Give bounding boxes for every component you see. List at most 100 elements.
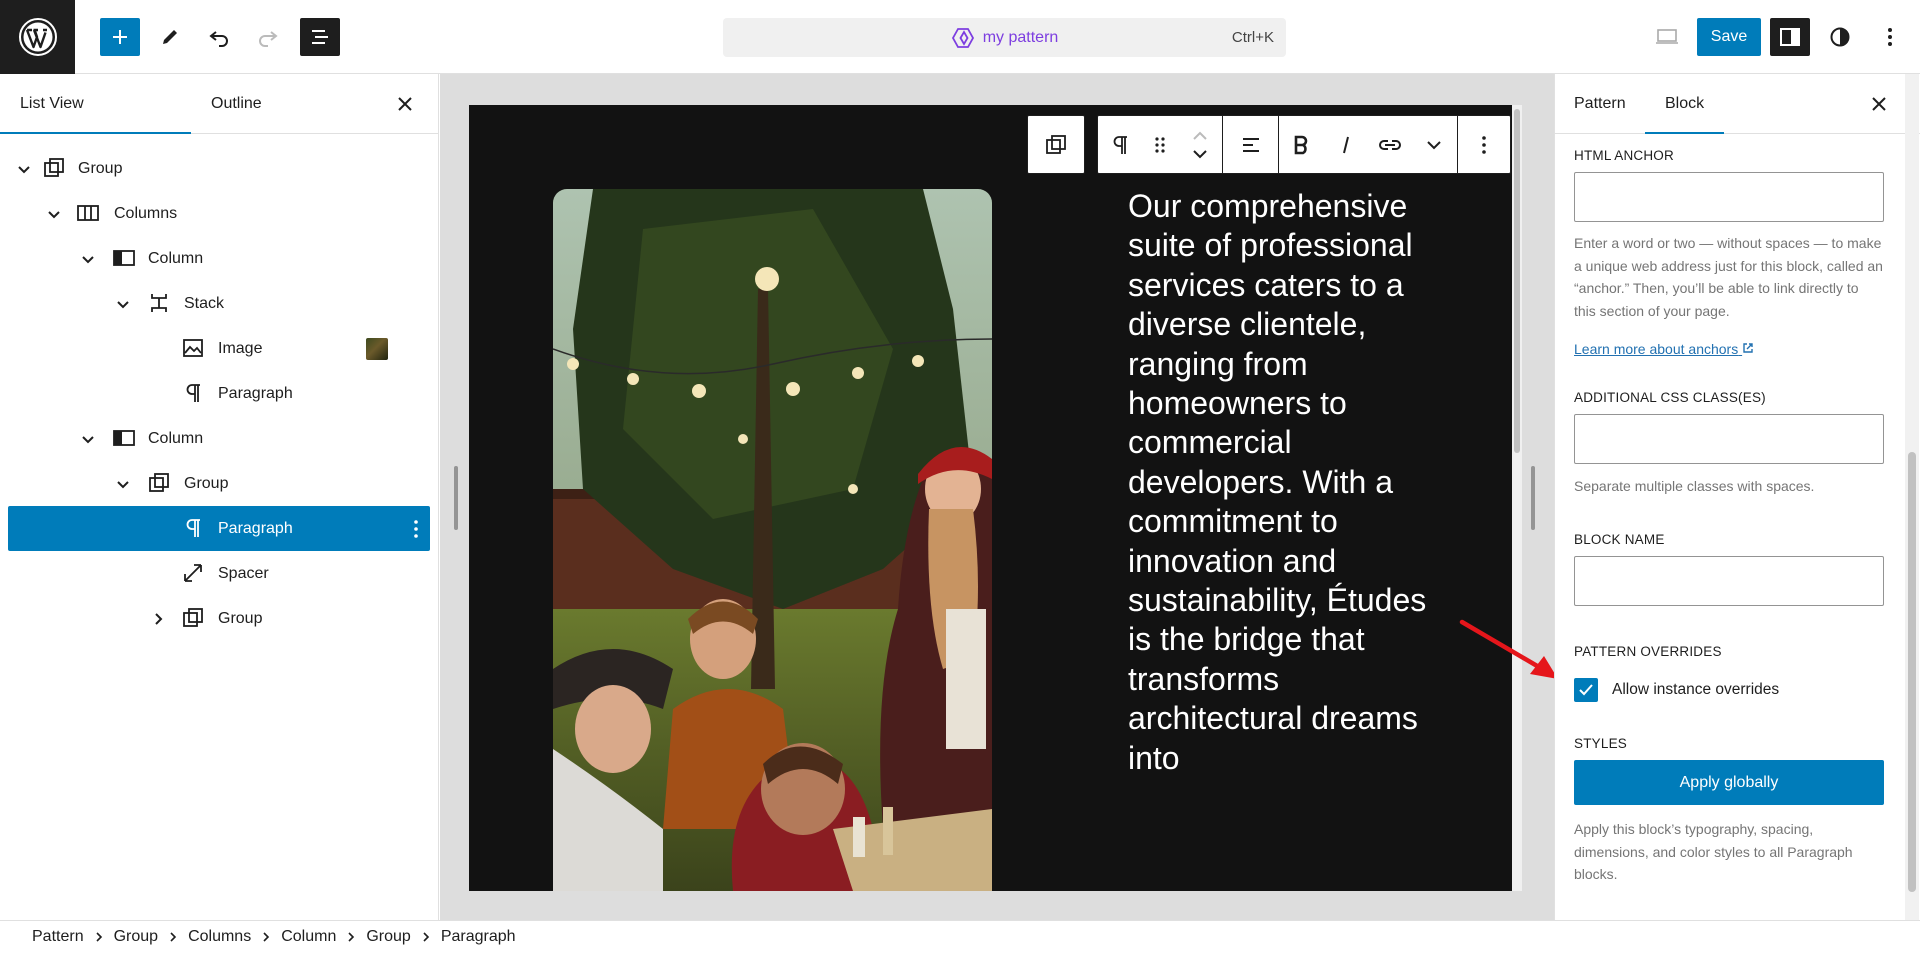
chevron-down-icon[interactable] <box>80 431 96 447</box>
tools-button[interactable] <box>150 18 190 56</box>
wordpress-logo-button[interactable] <box>0 0 75 74</box>
pattern-overrides-label: PATTERN OVERRIDES <box>1574 644 1722 659</box>
css-classes-input[interactable] <box>1574 414 1884 464</box>
stack-icon <box>151 294 167 312</box>
list-view-item-column[interactable]: Column <box>8 236 430 281</box>
link-icon <box>1379 139 1401 150</box>
save-button[interactable]: Save <box>1697 18 1761 56</box>
canvas-scrollbar[interactable] <box>1512 105 1522 891</box>
move-up-down-buttons[interactable] <box>1178 116 1222 173</box>
redo-button[interactable] <box>248 18 288 56</box>
left-resize-handle[interactable] <box>454 466 458 530</box>
close-icon[interactable] <box>395 94 415 114</box>
sidebar-scrollbar[interactable] <box>1905 74 1919 920</box>
chevron-down-icon[interactable] <box>115 476 131 492</box>
list-view-item-spacer[interactable]: Spacer <box>8 551 430 596</box>
right-resize-handle[interactable] <box>1531 466 1535 530</box>
html-anchor-input[interactable] <box>1574 172 1884 222</box>
styles-button[interactable] <box>1820 18 1860 56</box>
list-view-item-image[interactable]: Image <box>8 326 430 371</box>
list-view-item-label: Paragraph <box>218 519 293 537</box>
list-view-icon <box>312 30 328 44</box>
paragraph-block[interactable]: Our comprehensive suite of professional … <box>1128 187 1448 778</box>
image-block[interactable] <box>553 189 992 891</box>
tab-block[interactable]: Block <box>1645 74 1725 134</box>
contrast-icon <box>1830 27 1850 47</box>
chevron-up-icon[interactable] <box>1192 131 1208 141</box>
chevron-right-icon <box>263 932 270 942</box>
more-vertical-icon <box>1481 135 1486 154</box>
tab-pattern[interactable]: Pattern <box>1574 74 1626 134</box>
list-view-item-label: Columns <box>114 204 178 222</box>
document-overview-button[interactable] <box>300 18 340 56</box>
learn-more-anchors-link[interactable]: Learn more about anchors <box>1574 341 1754 357</box>
list-view-item-columns[interactable]: Columns <box>8 191 430 236</box>
block-options-button[interactable] <box>1462 116 1506 173</box>
block-inserter-button[interactable] <box>100 18 140 56</box>
allow-overrides-label[interactable]: Allow instance overrides <box>1612 681 1779 699</box>
list-view-item-paragraph[interactable]: Paragraph <box>8 371 430 416</box>
list-view-panel: List View Outline Group Columns Column S… <box>0 74 439 920</box>
breadcrumb-group[interactable]: Group <box>366 928 410 946</box>
settings-toggle-button[interactable] <box>1770 18 1810 56</box>
paragraph-icon <box>186 519 200 537</box>
block-settings-sidebar: Pattern Block HTML ANCHOR Enter a word o… <box>1554 74 1920 920</box>
chevron-down-icon[interactable] <box>80 251 96 267</box>
drag-handle-icon <box>1155 136 1165 153</box>
block-type-button[interactable] <box>1098 116 1142 173</box>
bold-button[interactable] <box>1279 116 1323 173</box>
chevron-down-icon[interactable] <box>115 296 131 312</box>
sidebar-icon <box>1780 28 1800 46</box>
html-anchor-help: Enter a word or two — without spaces — t… <box>1574 235 1883 319</box>
drag-handle[interactable] <box>1142 116 1178 173</box>
group-icon <box>44 158 64 177</box>
scrollbar-thumb[interactable] <box>1908 452 1916 892</box>
chevron-right-icon <box>170 932 177 942</box>
list-view-item-label: Group <box>78 159 123 177</box>
align-left-icon <box>1242 137 1259 152</box>
chevron-down-icon[interactable] <box>16 161 32 177</box>
chevron-down-icon[interactable] <box>1192 149 1208 159</box>
breadcrumb-paragraph[interactable]: Paragraph <box>441 928 516 946</box>
paragraph-icon <box>186 384 200 402</box>
breadcrumb-columns[interactable]: Columns <box>188 928 251 946</box>
list-view-item-column[interactable]: Column <box>8 416 430 461</box>
scrollbar-thumb[interactable] <box>1514 109 1520 453</box>
apply-globally-button[interactable]: Apply globally <box>1574 760 1884 805</box>
allow-overrides-row: Allow instance overrides <box>1574 678 1779 702</box>
apply-globally-help: Apply this block’s typography, spacing, … <box>1574 821 1853 882</box>
allow-overrides-checkbox[interactable] <box>1574 678 1598 702</box>
tab-outline[interactable]: Outline <box>211 74 262 134</box>
list-view-item-group[interactable]: Group <box>8 596 430 641</box>
align-text-button[interactable] <box>1229 116 1273 173</box>
breadcrumb-group[interactable]: Group <box>114 928 158 946</box>
more-rich-text-button[interactable] <box>1412 116 1456 173</box>
document-title: my pattern <box>982 28 1059 46</box>
options-menu-button[interactable] <box>1870 18 1910 56</box>
css-classes-label: ADDITIONAL CSS CLASS(ES) <box>1574 390 1766 405</box>
chevron-right-icon <box>423 932 429 942</box>
tab-list-view[interactable]: List View <box>0 74 191 134</box>
undo-button[interactable] <box>199 18 239 56</box>
list-view-item-paragraph-selected[interactable]: Paragraph <box>8 506 430 551</box>
command-palette-bar[interactable]: my pattern Ctrl+K <box>723 18 1286 57</box>
keyboard-shortcut-hint: Ctrl+K <box>1231 29 1274 46</box>
list-view-item-group[interactable]: Group <box>8 146 430 191</box>
list-view-item-group[interactable]: Group <box>8 461 430 506</box>
chevron-down-icon[interactable] <box>46 206 62 222</box>
block-parent-selector[interactable] <box>1027 115 1085 174</box>
italic-button[interactable] <box>1324 116 1368 173</box>
select-parent-button[interactable] <box>1028 116 1084 173</box>
list-view-item-label: Column <box>148 429 204 447</box>
link-button[interactable] <box>1368 116 1412 173</box>
preview-button[interactable] <box>1647 18 1687 56</box>
breadcrumb-pattern[interactable]: Pattern <box>32 928 84 946</box>
list-view-item-stack[interactable]: Stack <box>8 281 430 326</box>
close-icon[interactable] <box>1869 94 1889 114</box>
breadcrumb-column[interactable]: Column <box>281 928 336 946</box>
css-classes-help: Separate multiple classes with spaces. <box>1574 478 1815 494</box>
chevron-right-icon[interactable] <box>150 611 166 627</box>
block-name-input[interactable] <box>1574 556 1884 606</box>
more-vertical-icon[interactable] <box>406 517 426 541</box>
party-photo <box>553 189 992 891</box>
